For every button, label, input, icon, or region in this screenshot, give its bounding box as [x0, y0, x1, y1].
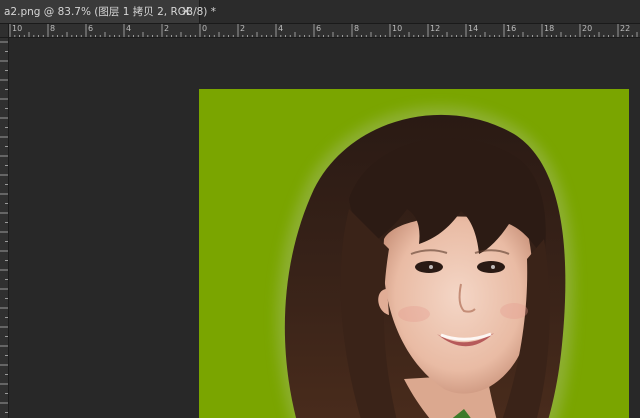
portrait-image — [276, 106, 574, 418]
ruler-label: 8 — [354, 24, 360, 33]
ruler-label: 8 — [50, 24, 56, 33]
ruler-label: 20 — [582, 24, 593, 33]
ruler-label: 10 — [392, 24, 403, 33]
close-icon[interactable]: × — [181, 4, 191, 18]
ruler-label: 4 — [126, 24, 132, 33]
document-image[interactable] — [199, 89, 629, 418]
ruler-label: 14 — [468, 24, 479, 33]
horizontal-ruler[interactable]: 10 8 6 4 2 0 2 4 6 8 10 12 14 16 18 20 22 — [9, 24, 640, 38]
vertical-ruler-ticks — [0, 41, 8, 413]
ruler-label: 12 — [430, 24, 441, 33]
ruler-label: 6 — [88, 24, 94, 33]
ruler-label: 4 — [278, 24, 284, 33]
ruler-label: 0 — [202, 24, 208, 33]
ruler-label: 2 — [164, 24, 170, 33]
ruler-origin-corner[interactable] — [0, 24, 9, 38]
vertical-ruler[interactable] — [0, 38, 9, 418]
ruler-label: 18 — [544, 24, 555, 33]
document-tab[interactable]: a2.png @ 83.7% (图层 1 拷贝 2, RGB/8) * × — [0, 0, 216, 23]
document-tab-bar: a2.png @ 83.7% (图层 1 拷贝 2, RGB/8) * × — [0, 0, 640, 24]
ruler-label: 6 — [316, 24, 322, 33]
canvas-workspace[interactable] — [10, 39, 640, 418]
ruler-label: 22 — [620, 24, 631, 33]
ruler-label: 16 — [506, 24, 517, 33]
photoshop-window: a2.png @ 83.7% (图层 1 拷贝 2, RGB/8) * × 10… — [0, 0, 640, 418]
ruler-label: 10 — [12, 24, 23, 33]
ruler-label: 2 — [240, 24, 246, 33]
